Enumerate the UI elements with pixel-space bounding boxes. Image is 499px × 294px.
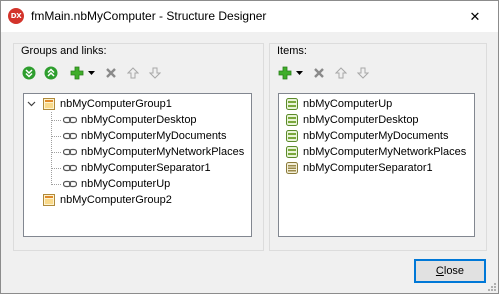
delete-button[interactable] <box>103 65 119 81</box>
add-item-button[interactable] <box>277 65 293 81</box>
tree-connector <box>51 112 52 185</box>
tree-node-link[interactable]: nbMyComputerMyNetworkPlaces <box>62 144 244 160</box>
link-icon <box>62 176 78 192</box>
groups-tree[interactable]: nbMyComputerGroup1 nbMyComputerDesktop n… <box>23 93 252 237</box>
group-icon <box>41 96 57 112</box>
devexpress-app-icon: DX <box>8 8 24 24</box>
expand-all-button[interactable] <box>21 65 37 81</box>
resize-grip-icon[interactable] <box>486 281 496 291</box>
items-panel: Items: nbMyComputerUp nbMyComputerDeskto… <box>269 43 487 251</box>
move-item-down-button[interactable] <box>355 65 371 81</box>
add-icon <box>278 66 292 80</box>
group-icon <box>41 192 57 208</box>
tree-node-label: nbMyComputerGroup1 <box>60 98 172 110</box>
groups-toolbar <box>21 64 169 82</box>
move-down-icon <box>357 67 369 79</box>
separator-item-icon <box>284 160 300 176</box>
list-item-label: nbMyComputerDesktop <box>303 114 419 126</box>
items-list[interactable]: nbMyComputerUp nbMyComputerDesktop nbMyC… <box>278 93 475 237</box>
tree-node-link[interactable]: nbMyComputerMyDocuments <box>62 128 227 144</box>
tree-node-link[interactable]: nbMyComputerDesktop <box>62 112 197 128</box>
tree-node-link[interactable]: nbMyComputerUp <box>62 176 170 192</box>
collapse-chevron-icon[interactable] <box>26 96 36 112</box>
list-item-label: nbMyComputerSeparator1 <box>303 162 433 174</box>
tree-node-link[interactable]: nbMyComputerSeparator1 <box>62 160 211 176</box>
item-icon <box>284 96 300 112</box>
move-down-icon <box>149 67 161 79</box>
delete-icon <box>106 68 116 78</box>
tree-connector <box>51 136 61 137</box>
tree-connector <box>51 184 61 185</box>
tree-node-label: nbMyComputerGroup2 <box>60 194 172 206</box>
move-up-icon <box>335 67 347 79</box>
title-bar[interactable]: DX fmMain.nbMyComputer - Structure Desig… <box>1 1 498 32</box>
items-toolbar <box>277 64 377 82</box>
tree-node-group[interactable]: nbMyComputerGroup1 <box>26 96 172 112</box>
link-icon <box>62 160 78 176</box>
close-window-button[interactable]: ✕ <box>452 1 498 32</box>
expand-all-icon <box>22 66 36 80</box>
list-item[interactable]: nbMyComputerDesktop <box>284 112 419 128</box>
tree-node-label: nbMyComputerMyDocuments <box>81 130 227 142</box>
groups-and-links-panel: Groups and links: nbMyComputerGroup1 nbM… <box>13 43 264 251</box>
tree-node-label: nbMyComputerUp <box>81 178 171 190</box>
groups-and-links-caption: Groups and links: <box>21 45 107 57</box>
dropdown-arrow-icon <box>295 71 303 75</box>
close-button-mnemonic: C <box>435 265 444 277</box>
list-item[interactable]: nbMyComputerMyNetworkPlaces <box>284 144 466 160</box>
list-item[interactable]: nbMyComputerSeparator1 <box>284 160 433 176</box>
collapse-all-button[interactable] <box>43 65 59 81</box>
add-icon <box>70 66 84 80</box>
tree-node-label: nbMyComputerDesktop <box>81 114 197 126</box>
window-title: fmMain.nbMyComputer - Structure Designer <box>31 9 267 23</box>
close-icon: ✕ <box>469 8 481 24</box>
add-button[interactable] <box>69 65 85 81</box>
items-caption: Items: <box>277 45 307 57</box>
tree-node-group[interactable]: nbMyComputerGroup2 <box>41 192 172 208</box>
move-item-up-button[interactable] <box>333 65 349 81</box>
list-item-label: nbMyComputerMyNetworkPlaces <box>303 146 467 158</box>
add-item-dropdown-button[interactable] <box>295 65 303 81</box>
close-button-label-rest: lose <box>443 265 465 277</box>
dropdown-arrow-icon <box>87 71 95 75</box>
item-icon <box>284 144 300 160</box>
tree-node-label: nbMyComputerMyNetworkPlaces <box>81 146 245 158</box>
move-up-button[interactable] <box>125 65 141 81</box>
item-icon <box>284 112 300 128</box>
structure-designer-window: DX fmMain.nbMyComputer - Structure Desig… <box>0 0 499 294</box>
move-up-icon <box>127 67 139 79</box>
list-item-label: nbMyComputerMyDocuments <box>303 130 449 142</box>
move-down-button[interactable] <box>147 65 163 81</box>
link-icon <box>62 144 78 160</box>
delete-icon <box>314 68 324 78</box>
tree-node-label: nbMyComputerSeparator1 <box>81 162 211 174</box>
link-icon <box>62 112 78 128</box>
list-item-label: nbMyComputerUp <box>303 98 393 110</box>
item-icon <box>284 128 300 144</box>
list-item[interactable]: nbMyComputerUp <box>284 96 392 112</box>
delete-item-button[interactable] <box>311 65 327 81</box>
list-item[interactable]: nbMyComputerMyDocuments <box>284 128 449 144</box>
close-button[interactable]: Close <box>414 259 486 283</box>
tree-connector <box>51 168 61 169</box>
add-dropdown-button[interactable] <box>87 65 95 81</box>
collapse-all-icon <box>44 66 58 80</box>
tree-connector <box>51 120 61 121</box>
tree-connector <box>51 152 61 153</box>
link-icon <box>62 128 78 144</box>
